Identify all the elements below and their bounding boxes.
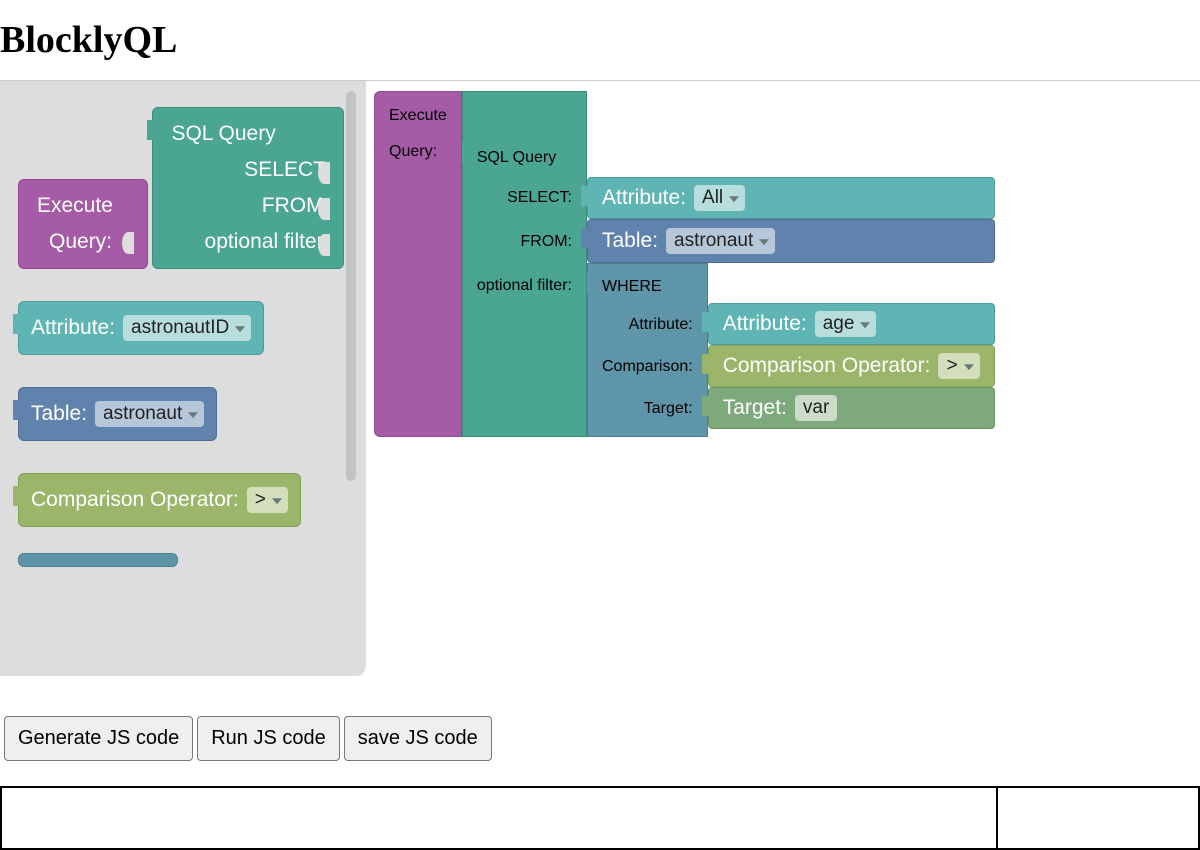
attribute-dropdown[interactable]: age [815,311,877,337]
connector-notch [122,232,134,254]
target-label: Target: [723,396,787,420]
sqlquery-title: SQL Query [171,122,275,146]
comparison-label: Comparison Operator: [31,488,239,512]
where-title: WHERE [602,278,662,296]
comparison-dropdown[interactable]: > [938,353,979,379]
attribute-dropdown[interactable]: All [694,185,745,211]
palette-table-block[interactable]: Table: astronaut [18,387,217,441]
generate-js-button[interactable]: Generate JS code [4,716,193,761]
canvas-from-table-block[interactable]: Table: astronaut [587,219,995,263]
output-pane-right [998,786,1200,850]
palette-cutoff-block[interactable] [18,553,178,567]
table-dropdown[interactable]: astronaut [666,228,775,254]
workspace-canvas[interactable]: Execute Query: SQL Query SELECT: FROM: o… [370,87,1190,677]
palette-execute-block[interactable]: Execute Query: [18,179,148,269]
attribute-dropdown[interactable]: astronautID [123,315,251,341]
connector-notch [318,198,330,220]
page-title: BlocklyQL [0,0,1200,80]
table-dropdown[interactable]: astronaut [95,401,204,427]
sqlquery-select-label: SELECT: [507,189,572,207]
output-row [0,786,1200,850]
palette-comparison-block[interactable]: Comparison Operator: > [18,473,301,527]
canvas-where-comparison-block[interactable]: Comparison Operator: > [708,345,995,387]
table-label: Table: [31,402,87,426]
canvas-select-attribute-block[interactable]: Attribute: All [587,177,995,219]
sqlquery-from-label: FROM: [520,233,572,251]
canvas-program-stack[interactable]: Execute Query: SQL Query SELECT: FROM: o… [374,91,995,437]
where-target-label: Target: [644,400,693,418]
table-label: Table: [602,229,658,253]
connector-notch [587,272,599,294]
execute-query-label: Query: [49,230,112,254]
comparison-dropdown[interactable]: > [247,487,288,513]
where-attr-label: Attribute: [629,316,693,334]
toolbox-panel: Execute Query: SQL Query SELECT: FROM: o… [0,81,366,676]
where-comp-label: Comparison: [602,358,693,376]
sqlquery-filter-label: optional filter: [205,230,330,254]
canvas-where-attribute-block[interactable]: Attribute: age [708,303,995,345]
comparison-label: Comparison Operator: [723,354,931,378]
palette-attribute-block[interactable]: Attribute: astronautID [18,301,264,355]
sqlquery-title: SQL Query [477,149,556,167]
execute-query-label: Query: [389,143,437,161]
target-input[interactable]: var [795,395,837,421]
sqlquery-select-label: SELECT: [244,158,329,182]
output-pane-left [0,786,998,850]
attribute-label: Attribute: [602,186,686,210]
toolbox-scrollbar[interactable] [346,91,356,481]
attribute-label: Attribute: [723,312,807,336]
palette-sqlquery-block[interactable]: SQL Query SELECT: FROM: optional filter: [152,107,344,269]
attribute-label: Attribute: [31,316,115,340]
canvas-sqlquery-block[interactable]: SQL Query SELECT: FROM: optional filter: [462,91,587,437]
editor-area: Execute Query: SQL Query SELECT: FROM: o… [0,80,1200,692]
canvas-where-block[interactable]: WHERE Attribute: Comparison: Target: [587,263,708,437]
canvas-where-target-block[interactable]: Target: var [708,387,995,429]
save-js-button[interactable]: save JS code [344,716,492,761]
execute-title: Execute [37,194,113,218]
connector-notch [318,234,330,256]
execute-title: Execute [389,107,447,125]
connector-notch [462,142,474,164]
run-js-button[interactable]: Run JS code [197,716,340,761]
connector-notch [318,162,330,184]
action-button-row: Generate JS code Run JS code save JS cod… [0,716,492,761]
canvas-execute-block[interactable]: Execute Query: [374,91,462,437]
sqlquery-filter-label: optional filter: [477,277,572,295]
